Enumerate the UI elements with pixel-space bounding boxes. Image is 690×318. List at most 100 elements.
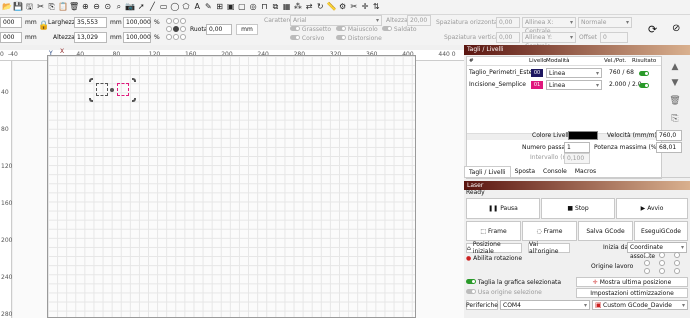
- x-position-input[interactable]: 000: [0, 17, 22, 28]
- apply-text-icon[interactable]: ⟳: [648, 23, 657, 36]
- start-button[interactable]: ▶ Avvio: [616, 198, 688, 219]
- corner-handle[interactable]: [89, 78, 93, 82]
- layer-color-swatch[interactable]: 00: [531, 69, 543, 77]
- zoom-in-icon[interactable]: ⊕: [80, 2, 90, 12]
- zoom-page-icon[interactable]: ⌕: [114, 2, 124, 12]
- reset-icon[interactable]: ⊘: [672, 23, 680, 34]
- corner-handle[interactable]: [132, 78, 136, 82]
- optimization-settings-button[interactable]: Impostazioni ottimizzazione: [576, 288, 688, 298]
- speed-input[interactable]: 760,0: [656, 130, 682, 141]
- port-select[interactable]: COM4: [500, 300, 590, 310]
- weld-icon[interactable]: ⧉: [271, 2, 281, 12]
- layer-color-swatch-large[interactable]: [568, 131, 598, 140]
- save-as-icon[interactable]: 🖫: [24, 2, 34, 12]
- offset-input[interactable]: 0: [600, 32, 628, 43]
- frame-button[interactable]: ⬚ Frame: [466, 221, 521, 241]
- table-row[interactable]: Taglio_Perimetri_Esterni 00 Linea 760 / …: [467, 68, 661, 79]
- edit-nodes-icon[interactable]: ✎: [203, 2, 213, 12]
- rotate-input[interactable]: 0,00: [206, 24, 232, 35]
- delete-layer-icon[interactable]: 🗑: [664, 96, 686, 106]
- width-input[interactable]: 35,553: [74, 17, 107, 28]
- camera-icon[interactable]: 📷: [125, 2, 135, 12]
- copy-icon[interactable]: ⎘: [47, 2, 57, 12]
- flip-icon[interactable]: ⇅: [371, 2, 381, 12]
- paste-icon[interactable]: 📋: [58, 2, 68, 12]
- align-icon[interactable]: ⊞: [215, 2, 225, 12]
- polygon-icon[interactable]: ⬠: [181, 2, 191, 12]
- distort-toggle[interactable]: Distorsione: [336, 34, 382, 44]
- cut-selected-toggle[interactable]: Taglia la grafica selezionata: [466, 278, 561, 288]
- rotate-icon[interactable]: ↻: [315, 2, 325, 12]
- layer-mode-select[interactable]: Linea: [546, 68, 602, 78]
- pause-button[interactable]: ❚❚ Pausa: [466, 198, 540, 219]
- copy-layer-icon[interactable]: ⎘: [664, 114, 686, 124]
- move-down-icon[interactable]: ▼: [664, 78, 686, 88]
- ellipse-icon[interactable]: ◯: [170, 2, 180, 12]
- mirror-icon[interactable]: ⇄: [304, 2, 314, 12]
- crosshair-icon[interactable]: ✛: [360, 2, 370, 12]
- cut-icon[interactable]: ✂: [36, 2, 46, 12]
- table-row[interactable]: Incisione_Semplice 01 Linea 2.000 / 2.0: [467, 80, 661, 91]
- delete-icon[interactable]: 🗑: [69, 2, 79, 12]
- anchor-selector[interactable]: [166, 18, 186, 42]
- save-icon[interactable]: 💾: [13, 2, 23, 12]
- height-input[interactable]: 13,029: [74, 32, 107, 43]
- show-last-position-button[interactable]: ✛ Mostra ultima posizione: [576, 277, 688, 287]
- tab-layers[interactable]: Tagli / Livelli: [464, 166, 511, 177]
- interval-input[interactable]: 0,100: [564, 153, 590, 164]
- hspace-input[interactable]: 0,00: [496, 17, 520, 28]
- device-icon: ▣: [595, 301, 602, 309]
- zoom-fit-icon[interactable]: ⊙: [103, 2, 113, 12]
- run-gcode-button[interactable]: EseguiGCode: [634, 221, 688, 241]
- layer-color-swatch[interactable]: 01: [531, 81, 543, 89]
- device-profile-select[interactable]: Custom GCode_Davide: [592, 300, 688, 310]
- tab-console[interactable]: Console: [539, 166, 571, 177]
- layer-mode-select[interactable]: Linea: [546, 80, 602, 90]
- move-up-icon[interactable]: ▲: [664, 62, 686, 72]
- devices-button[interactable]: Periferiche: [466, 300, 498, 310]
- align-x-select[interactable]: Allinea X: Centrale: [522, 17, 576, 35]
- corner-handle[interactable]: [132, 98, 136, 102]
- rotary-toggle[interactable]: ● Abilita rotazione: [466, 254, 522, 264]
- selected-graphic[interactable]: [89, 78, 136, 102]
- home-button[interactable]: ⌂ Posizione iniziale: [466, 241, 522, 255]
- align-y-select[interactable]: Allinea Y: Centrale: [522, 32, 576, 50]
- grid-icon[interactable]: ▦: [282, 2, 292, 12]
- frame-circle-button[interactable]: ◌ Frame: [522, 221, 577, 241]
- welded-toggle[interactable]: Saldato: [382, 25, 417, 35]
- settings-icon[interactable]: ⚙: [338, 2, 348, 12]
- y-position-input[interactable]: 000: [0, 32, 22, 43]
- result-toggle[interactable]: [639, 83, 649, 88]
- vspace-input[interactable]: 0,00: [496, 32, 520, 43]
- group-icon[interactable]: ▣: [226, 2, 236, 12]
- line-icon[interactable]: ╱: [147, 2, 157, 12]
- goto-origin-button[interactable]: Vai all'origine: [528, 241, 570, 255]
- pointer-icon[interactable]: ➚: [136, 2, 146, 12]
- folder-open-icon[interactable]: 📂: [2, 2, 12, 12]
- power-input[interactable]: 68,01: [656, 142, 682, 153]
- zoom-out-icon[interactable]: ⊖: [92, 2, 102, 12]
- result-toggle[interactable]: [639, 71, 649, 76]
- passes-input[interactable]: 1: [564, 142, 590, 153]
- ungroup-icon[interactable]: ▢: [237, 2, 247, 12]
- use-selection-origin-toggle[interactable]: Usa origine selezione: [466, 288, 542, 298]
- job-origin-selector[interactable]: [644, 252, 684, 274]
- height-percent-input[interactable]: 100,000: [123, 32, 151, 43]
- text-icon[interactable]: A: [192, 2, 202, 12]
- tab-move[interactable]: Sposta: [511, 166, 539, 177]
- tab-macros[interactable]: Macros: [571, 166, 600, 177]
- width-percent-input[interactable]: 100,000: [123, 17, 151, 28]
- center-handle[interactable]: [110, 88, 114, 92]
- scissors-icon[interactable]: ✂: [349, 2, 359, 12]
- measure-icon[interactable]: 📏: [326, 2, 336, 12]
- corner-handle[interactable]: [89, 98, 93, 102]
- text-style-select[interactable]: Normale: [578, 17, 632, 28]
- rotate-unit-button[interactable]: mm: [236, 24, 258, 35]
- offset-icon[interactable]: ◎: [248, 2, 258, 12]
- stop-button[interactable]: ■ Stop: [541, 198, 615, 219]
- save-gcode-button[interactable]: Salva GCode: [578, 221, 633, 241]
- rectangle-icon[interactable]: ▭: [159, 2, 169, 12]
- italic-toggle[interactable]: Corsivo: [290, 34, 324, 44]
- tab-icon[interactable]: ⊓: [259, 2, 269, 12]
- array-icon[interactable]: ⁂: [293, 2, 303, 12]
